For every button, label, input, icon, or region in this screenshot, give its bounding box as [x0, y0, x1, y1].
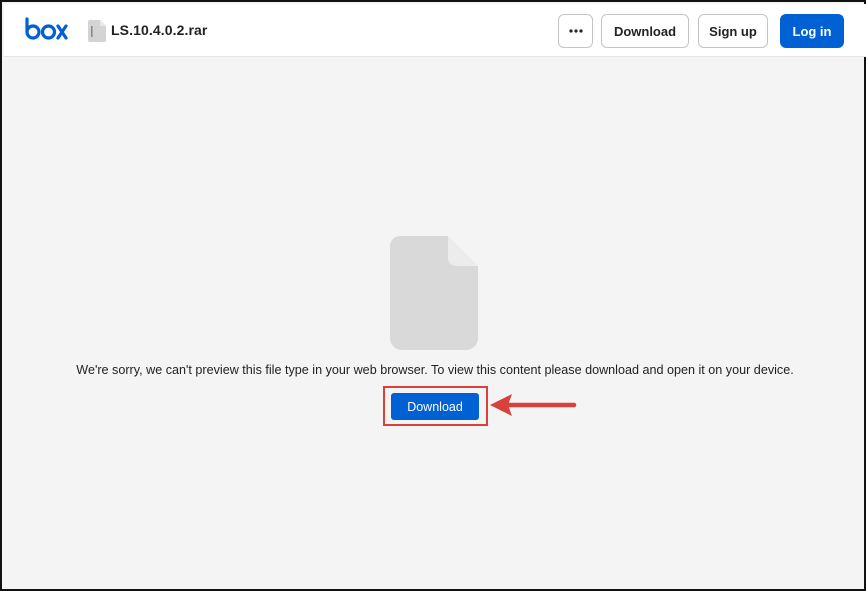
download-file-button[interactable]: Download — [391, 393, 479, 420]
box-logo-icon[interactable] — [24, 16, 68, 44]
download-button[interactable]: Download — [601, 14, 689, 48]
top-bar: LS.10.4.0.2.rar Download Sign up Log in — [4, 4, 866, 57]
ellipsis-icon — [568, 29, 583, 33]
sign-up-button[interactable]: Sign up — [698, 14, 768, 48]
preview-unavailable-message: We're sorry, we can't preview this file … — [76, 363, 794, 377]
file-placeholder-icon — [390, 236, 478, 350]
file-icon — [88, 20, 106, 42]
log-in-button[interactable]: Log in — [780, 14, 844, 48]
page-frame: LS.10.4.0.2.rar Download Sign up Log in … — [0, 0, 866, 591]
more-options-button[interactable] — [558, 14, 593, 48]
red-arrow-icon — [490, 394, 577, 416]
file-name: LS.10.4.0.2.rar — [111, 22, 208, 38]
